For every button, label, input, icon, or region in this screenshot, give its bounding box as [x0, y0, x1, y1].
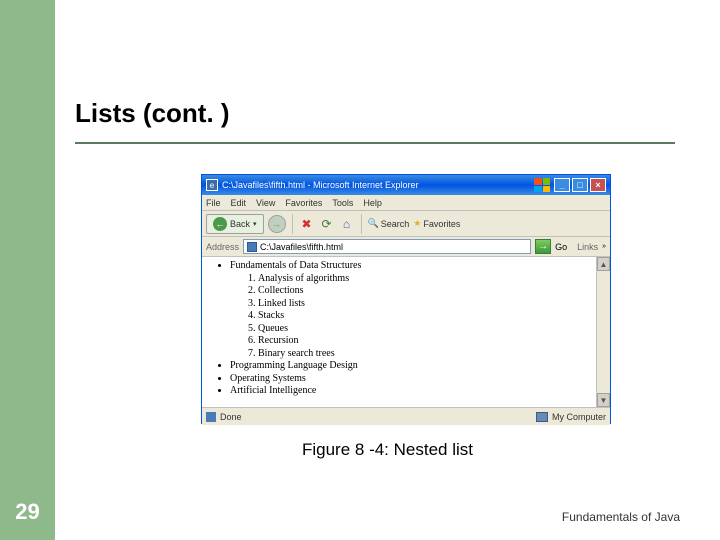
- menu-bar: File Edit View Favorites Tools Help: [202, 195, 610, 211]
- list-item: Linked lists: [258, 298, 600, 311]
- star-icon: ★: [413, 218, 421, 229]
- favorites-label: Favorites: [423, 219, 460, 229]
- browser-window: e C:\Javafiles\fifth.html - Microsoft In…: [201, 174, 611, 424]
- back-button[interactable]: ← Back ▾: [206, 214, 264, 234]
- address-input[interactable]: C:\Javafiles\fifth.html: [243, 239, 531, 254]
- list-item: Stacks: [258, 310, 600, 323]
- address-label: Address: [206, 242, 239, 252]
- scrollbar[interactable]: ▲ ▼: [596, 257, 610, 407]
- close-button[interactable]: ×: [590, 178, 606, 192]
- windows-logo-icon: [534, 178, 550, 192]
- go-button[interactable]: →: [535, 239, 551, 254]
- favorites-button[interactable]: ★ Favorites: [413, 218, 460, 229]
- list-item: Artificial Intelligence: [230, 385, 600, 398]
- title-underline: [75, 142, 675, 144]
- search-icon: 🔍: [368, 218, 379, 229]
- list-item: Programming Language Design: [230, 360, 600, 373]
- refresh-icon[interactable]: ⟳: [319, 216, 335, 232]
- forward-button[interactable]: →: [268, 215, 286, 233]
- ie-icon: e: [206, 179, 218, 191]
- slide-footer: Fundamentals of Java: [562, 510, 680, 524]
- back-arrow-icon: ←: [213, 217, 227, 231]
- search-button[interactable]: 🔍 Search: [368, 218, 410, 229]
- menu-help[interactable]: Help: [363, 198, 382, 208]
- links-label[interactable]: Links: [577, 242, 598, 252]
- chevron-down-icon: ▾: [253, 220, 257, 228]
- go-label: Go: [555, 242, 567, 252]
- stop-icon[interactable]: ✖: [299, 216, 315, 232]
- status-bar: Done My Computer: [202, 407, 610, 425]
- list-item: Queues: [258, 323, 600, 336]
- slide-number: 29: [0, 484, 55, 540]
- browser-content: Fundamentals of Data Structures Analysis…: [202, 257, 610, 407]
- scroll-down-icon[interactable]: ▼: [597, 393, 610, 407]
- menu-edit[interactable]: Edit: [231, 198, 247, 208]
- list-item: Analysis of algorithms: [258, 273, 600, 286]
- address-bar: Address C:\Javafiles\fifth.html → Go Lin…: [202, 237, 610, 257]
- menu-favorites[interactable]: Favorites: [285, 198, 322, 208]
- page-icon: [247, 242, 257, 252]
- maximize-button[interactable]: □: [572, 178, 588, 192]
- list-item: Operating Systems: [230, 373, 600, 386]
- minimize-button[interactable]: _: [554, 178, 570, 192]
- slide-body: Lists (cont. ) e C:\Javafiles\fifth.html…: [55, 0, 720, 540]
- back-label: Back: [230, 219, 250, 229]
- computer-icon: [536, 412, 548, 422]
- chevron-right-icon: »: [602, 243, 606, 250]
- list-item: Fundamentals of Data Structures Analysis…: [230, 260, 600, 360]
- list-item: Binary search trees: [258, 348, 600, 361]
- page-status-icon: [206, 412, 216, 422]
- zone-text: My Computer: [552, 412, 606, 422]
- address-value: C:\Javafiles\fifth.html: [260, 242, 343, 252]
- window-title-text: C:\Javafiles\fifth.html - Microsoft Inte…: [222, 180, 419, 190]
- figure-caption: Figure 8 -4: Nested list: [55, 440, 720, 460]
- home-icon[interactable]: ⌂: [339, 216, 355, 232]
- status-text: Done: [220, 412, 242, 422]
- list-item: Recursion: [258, 335, 600, 348]
- list-item: Collections: [258, 285, 600, 298]
- menu-view[interactable]: View: [256, 198, 275, 208]
- slide-title: Lists (cont. ): [75, 98, 230, 129]
- search-label: Search: [381, 219, 410, 229]
- toolbar: ← Back ▾ → ✖ ⟳ ⌂ 🔍 Search ★ Favorites: [202, 211, 610, 237]
- list-item-label: Fundamentals of Data Structures: [230, 260, 361, 271]
- slide-accent-bar: [0, 0, 55, 540]
- scroll-up-icon[interactable]: ▲: [597, 257, 610, 271]
- menu-tools[interactable]: Tools: [332, 198, 353, 208]
- menu-file[interactable]: File: [206, 198, 221, 208]
- window-titlebar: e C:\Javafiles\fifth.html - Microsoft In…: [202, 175, 610, 195]
